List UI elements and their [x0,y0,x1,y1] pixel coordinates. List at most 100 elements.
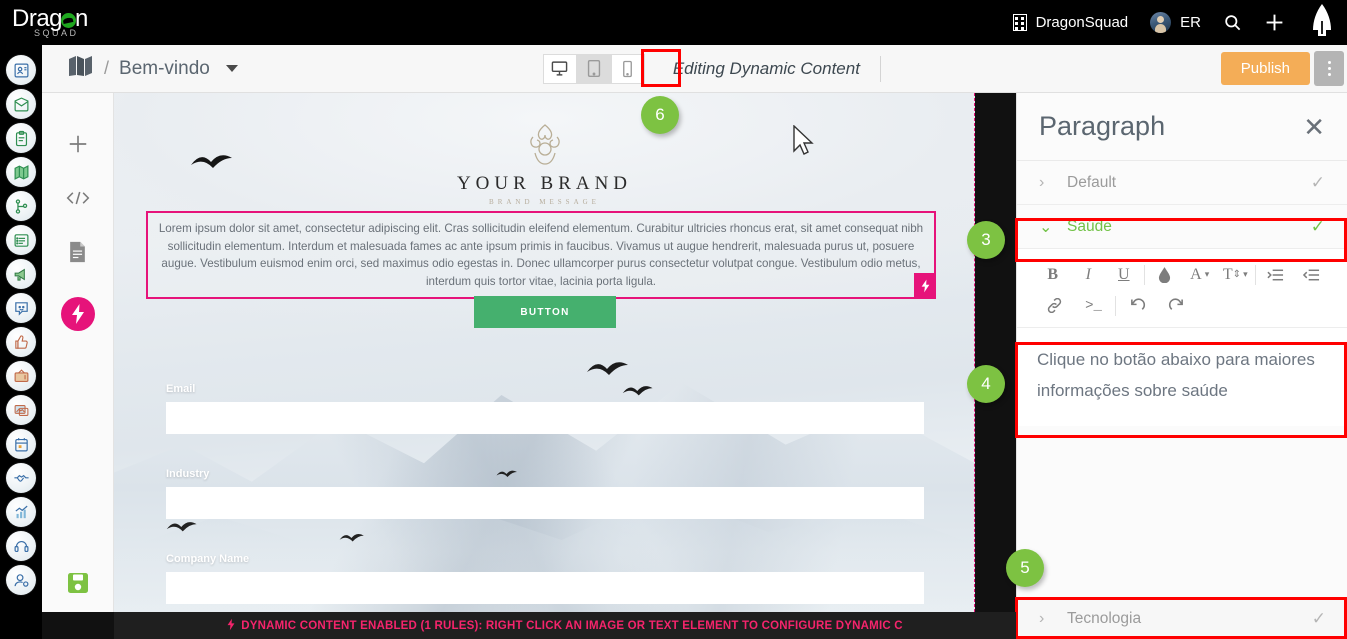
editor-tool-column [42,93,114,612]
toolbar-row-2: >_ [1035,290,1329,321]
variant-text: Clique no botão abaixo para maiores info… [1037,350,1315,400]
sidebar-item-deals[interactable] [6,463,36,493]
check-icon[interactable]: ✓ [1311,173,1325,193]
editor-toolbar: / Bem-vindo Editing Dynamic Content Publ… [42,45,1347,93]
device-desktop-button[interactable] [542,53,577,84]
logo-dragon-eye-icon [61,13,77,28]
step-badge-3: 3 [967,221,1005,259]
plus-icon[interactable] [1264,12,1285,33]
indent-decrease-icon[interactable] [1293,261,1329,289]
more-options-button[interactable] [1314,51,1344,86]
document-icon[interactable] [68,241,87,263]
device-mobile-button[interactable] [610,53,645,84]
page-map-icon[interactable] [68,55,94,82]
sidebar-item-user-settings[interactable] [6,565,36,595]
chevron-down-icon: ⌄ [1039,218,1053,236]
brand-crest-icon [517,121,573,172]
sidebar-item-workflow[interactable] [6,191,36,221]
code-editor-icon[interactable] [66,189,90,207]
toolbar-row-1: B I U A ▾ T ⇕ ▾ [1035,259,1329,290]
sidebar-item-email[interactable] [6,89,36,119]
email-field[interactable] [166,402,924,434]
sidebar-item-analytics[interactable] [6,497,36,527]
user-initials: ER [1180,14,1201,31]
text-color-icon[interactable] [1146,261,1182,289]
toolbar-divider [1255,264,1256,285]
brand-block: YOUR BRAND BRAND MESSAGE [114,121,975,206]
dynamic-content-status-bar: DYNAMIC CONTENT ENABLED (1 RULES): RIGHT… [114,612,1016,639]
user-menu[interactable]: ER [1150,12,1201,33]
device-tablet-button[interactable] [576,53,611,84]
bold-icon[interactable]: B [1035,261,1071,289]
page-title: Bem-vindo [119,57,210,79]
variant-text-editor[interactable]: Clique no botão abaixo para maiores info… [1017,328,1347,426]
app-logo[interactable]: Drag n SQUAD [12,7,88,38]
app-window: Drag n SQUAD DragonSquad ER / Bem-vindo … [0,0,1347,639]
check-icon[interactable]: ✓ [1311,217,1325,237]
save-icon[interactable] [66,571,90,600]
organization-name: DragonSquad [1035,14,1129,31]
link-icon[interactable] [1035,292,1074,320]
editing-mode-label: Editing Dynamic Content [672,58,860,78]
cta-button[interactable]: BUTTON [474,296,616,328]
sidebar-item-support[interactable] [6,531,36,561]
variant-row-default[interactable]: › Default ✓ [1017,161,1347,205]
step-badge-4: 4 [967,365,1005,403]
check-icon[interactable]: ✓ [1312,609,1326,629]
sidebar-item-clipboard[interactable] [6,123,36,153]
sidebar-item-calendar[interactable] [6,429,36,459]
organization-selector[interactable]: DragonSquad [1012,14,1129,31]
italic-icon[interactable]: I [1071,261,1107,289]
device-preview-selector [542,53,645,84]
dynamic-rule-bolt-icon[interactable] [914,273,936,299]
company-name-field[interactable] [166,572,924,604]
canvas-boundary-guide [974,93,975,612]
chevron-down-icon[interactable] [225,65,238,72]
publish-button[interactable]: Publish [1220,52,1310,85]
industry-field[interactable] [166,487,924,519]
variant-label: Tecnologia [1067,610,1142,627]
rocket-icon[interactable] [1307,3,1337,43]
close-icon[interactable]: ✕ [1303,114,1325,140]
building-icon [1012,14,1027,31]
variant-label: Default [1067,173,1117,191]
sidebar-item-megaphone[interactable] [6,259,36,289]
field-label-company-name: Company Name [166,553,250,565]
left-icon-rail [0,45,42,639]
font-family-icon[interactable]: A ▾ [1182,261,1218,289]
undo-icon[interactable] [1118,292,1157,320]
panel-header: Paragraph ✕ [1017,93,1347,161]
toolbar-divider [879,55,881,82]
sidebar-item-media[interactable] [6,395,36,425]
sidebar-item-map[interactable] [6,157,36,187]
sidebar-item-reviews[interactable] [6,327,36,357]
font-size-icon[interactable]: T ⇕ ▾ [1217,261,1253,289]
paragraph-text: Lorem ipsum dolor sit amet, consectetur … [158,222,924,288]
selected-paragraph-element[interactable]: Lorem ipsum dolor sit amet, consectetur … [146,211,936,299]
field-label-email: Email [166,383,196,395]
add-element-icon[interactable] [67,133,89,155]
top-bar-actions: DragonSquad ER [1012,3,1347,43]
mouse-cursor [792,124,814,162]
dynamic-content-bolt-icon[interactable] [60,297,95,331]
indent-increase-icon[interactable] [1258,261,1294,289]
sidebar-item-tv[interactable] [6,361,36,391]
step-badge-5: 5 [1006,549,1044,587]
properties-panel: Paragraph ✕ › Default ✓ ⌄ Saúde ✓ B I U [1016,93,1347,639]
sidebar-item-list[interactable] [6,225,36,255]
panel-title: Paragraph [1039,111,1166,141]
search-icon[interactable] [1223,13,1242,32]
brand-name: YOUR BRAND [456,173,633,194]
underline-icon[interactable]: U [1106,261,1142,289]
chevron-right-icon: › [1039,173,1045,191]
redo-icon[interactable] [1157,292,1196,320]
sidebar-item-feedback[interactable] [6,293,36,323]
sidebar-item-contacts[interactable] [6,55,36,85]
avatar [1150,12,1172,33]
publish-actions: Publish [1220,51,1347,86]
source-code-icon[interactable]: >_ [1074,292,1113,320]
variant-row-tecnologia[interactable]: › Tecnologia ✓ [1017,599,1347,639]
step-badge-6: 6 [641,96,679,134]
variant-row-saude[interactable]: ⌄ Saúde ✓ [1017,205,1347,249]
page-canvas[interactable]: YOUR BRAND BRAND MESSAGE Lorem ipsum dol… [114,93,975,612]
